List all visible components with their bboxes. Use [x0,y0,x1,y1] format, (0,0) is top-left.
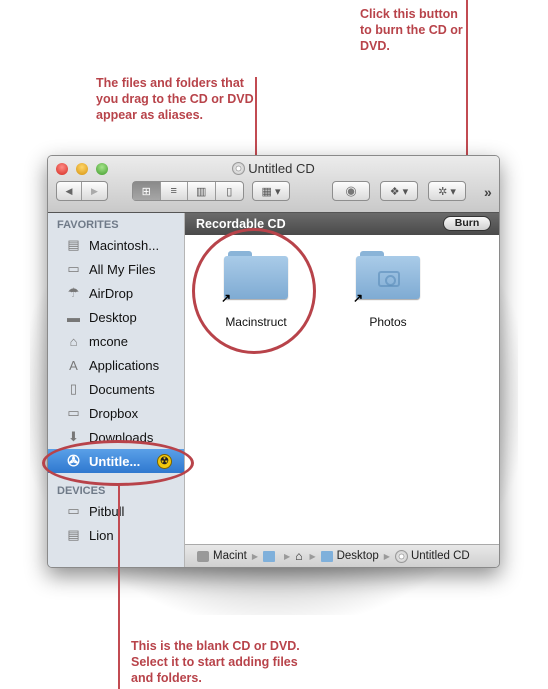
file-name: Photos [369,315,407,329]
sidebar: FAVORITES ▤ Macintosh... ▭ All My Files ☂ A… [48,213,185,567]
list-view-button[interactable]: ≡ [161,182,188,200]
sidebar-item-label: mcone [89,333,129,349]
sidebar-item-label: Dropbox [89,405,139,421]
list-view-icon: ≡ [170,185,177,197]
eye-icon: ◉ [345,183,357,198]
favorites-header: FAVORITES [57,219,119,231]
cd-icon [232,162,246,175]
sidebar-item-documents[interactable]: ▯ Documents [48,377,184,401]
back-forward-control: ◀ ▶ [56,181,108,201]
sidebar-item-pitbull[interactable]: ▭ Pitbull [48,499,184,523]
view-mode-control: ⊞ ≡ ▥ ▯ [132,181,244,201]
camera-icon [378,271,400,287]
sidebar-item-all-my-files[interactable]: ▭ All My Files [48,257,184,281]
path-separator: ▶ [309,551,316,561]
all-files-icon: ▭ [67,261,80,276]
home-icon: ⌂ [69,333,78,349]
path-separator: ▶ [251,551,259,561]
hard-drive-icon: ▤ [67,237,80,252]
file-item-photos[interactable]: ↗ Photos [343,251,433,329]
annotation-burn: Click this button to burn the CD or DVD. [360,7,463,53]
forward-button[interactable]: ▶ [82,182,107,200]
path-bar: Macint ▶ ▶ ⌂ ▶ Desktop ▶ Untitled CD [185,544,499,567]
laptop-icon: ▭ [67,503,80,518]
title-bar: Untitled CD ◀ ▶ ⊞ ≡ ▥ ▯ ▦ ▾ ◉ ❖ ▾ ✲ ▾ » [48,156,499,213]
alias-arrow-icon: ↗ [353,291,364,305]
sidebar-item-lion[interactable]: ▤ Lion [48,523,184,547]
window-title-text: Untitled CD [248,161,315,176]
desktop-folder-icon [320,550,333,562]
desktop-icon: ▬ [67,309,80,325]
sidebar-item-label: Macintosh... [89,237,160,253]
path-separator: ▶ [284,551,291,561]
window-title: Untitled CD [48,161,499,176]
icon-view-icon: ⊞ [141,185,151,198]
back-button[interactable]: ◀ [57,182,83,200]
path-item-desktop[interactable]: Desktop [337,550,379,562]
sidebar-item-label: Documents [89,381,155,397]
annotation-circle-cd [42,440,194,486]
path-item-macintosh[interactable]: Macint [213,550,247,562]
home-icon[interactable]: ⌂ [295,549,302,563]
sidebar-item-home[interactable]: ⌂ mcone [48,329,184,353]
hard-drive-icon [197,550,209,562]
dropbox-button[interactable]: ❖ ▾ [380,181,418,201]
gear-icon: ✲ ▾ [438,185,456,198]
airdrop-icon: ☂ [67,285,80,300]
arrange-button[interactable]: ▦ ▾ [252,181,290,201]
cd-icon [394,549,408,563]
sidebar-item-label: Desktop [89,309,137,325]
toolbar-overflow-button[interactable]: » [484,184,492,200]
sidebar-item-dropbox[interactable]: ▭ Dropbox [48,401,184,425]
sidebar-item-macintosh-hd[interactable]: ▤ Macintosh... [48,233,184,257]
finder-window: Untitled CD ◀ ▶ ⊞ ≡ ▥ ▯ ▦ ▾ ◉ ❖ ▾ ✲ ▾ » … [47,155,500,568]
quick-look-button[interactable]: ◉ [332,181,370,201]
path-separator: ▶ [383,551,390,561]
back-icon: ◀ [65,185,73,196]
annotation-blank-cd: This is the blank CD or DVD. Select it t… [131,639,300,685]
sidebar-item-desktop[interactable]: ▬ Desktop [48,305,184,329]
action-button[interactable]: ✲ ▾ [428,181,466,201]
annotation-blank-cd-line [118,486,120,689]
annotation-aliases: The files and folders that you drag to t… [96,76,254,122]
sidebar-item-label: AirDrop [89,285,134,301]
hard-drive-icon: ▤ [67,527,80,542]
sidebar-item-label: Applications [89,357,160,373]
annotation-circle-alias [192,228,316,354]
column-view-icon: ▥ [196,185,207,198]
icon-view-button[interactable]: ⊞ [133,182,161,200]
arrange-icon: ▦ ▾ [261,185,281,198]
sidebar-item-applications[interactable]: A Applications [48,353,184,377]
applications-icon: A [69,357,78,373]
coverflow-view-button[interactable]: ▯ [216,182,243,200]
dropbox-icon: ❖ ▾ [389,185,409,198]
documents-icon: ▯ [69,381,78,396]
pictures-folder-alias-icon: ↗ [353,251,420,305]
path-item-untitled-cd[interactable]: Untitled CD [411,550,470,562]
users-folder-icon[interactable] [263,550,276,562]
column-view-button[interactable]: ▥ [188,182,216,200]
sidebar-item-label: All My Files [89,261,156,277]
burn-button[interactable]: Burn [443,216,491,231]
coverflow-view-icon: ▯ [226,185,233,198]
sidebar-item-label: Lion [89,527,114,543]
forward-icon: ▶ [91,185,98,196]
devices-header: DEVICES [57,485,106,497]
sidebar-item-airdrop[interactable]: ☂ AirDrop [48,281,184,305]
folder-icon: ▭ [67,405,80,420]
